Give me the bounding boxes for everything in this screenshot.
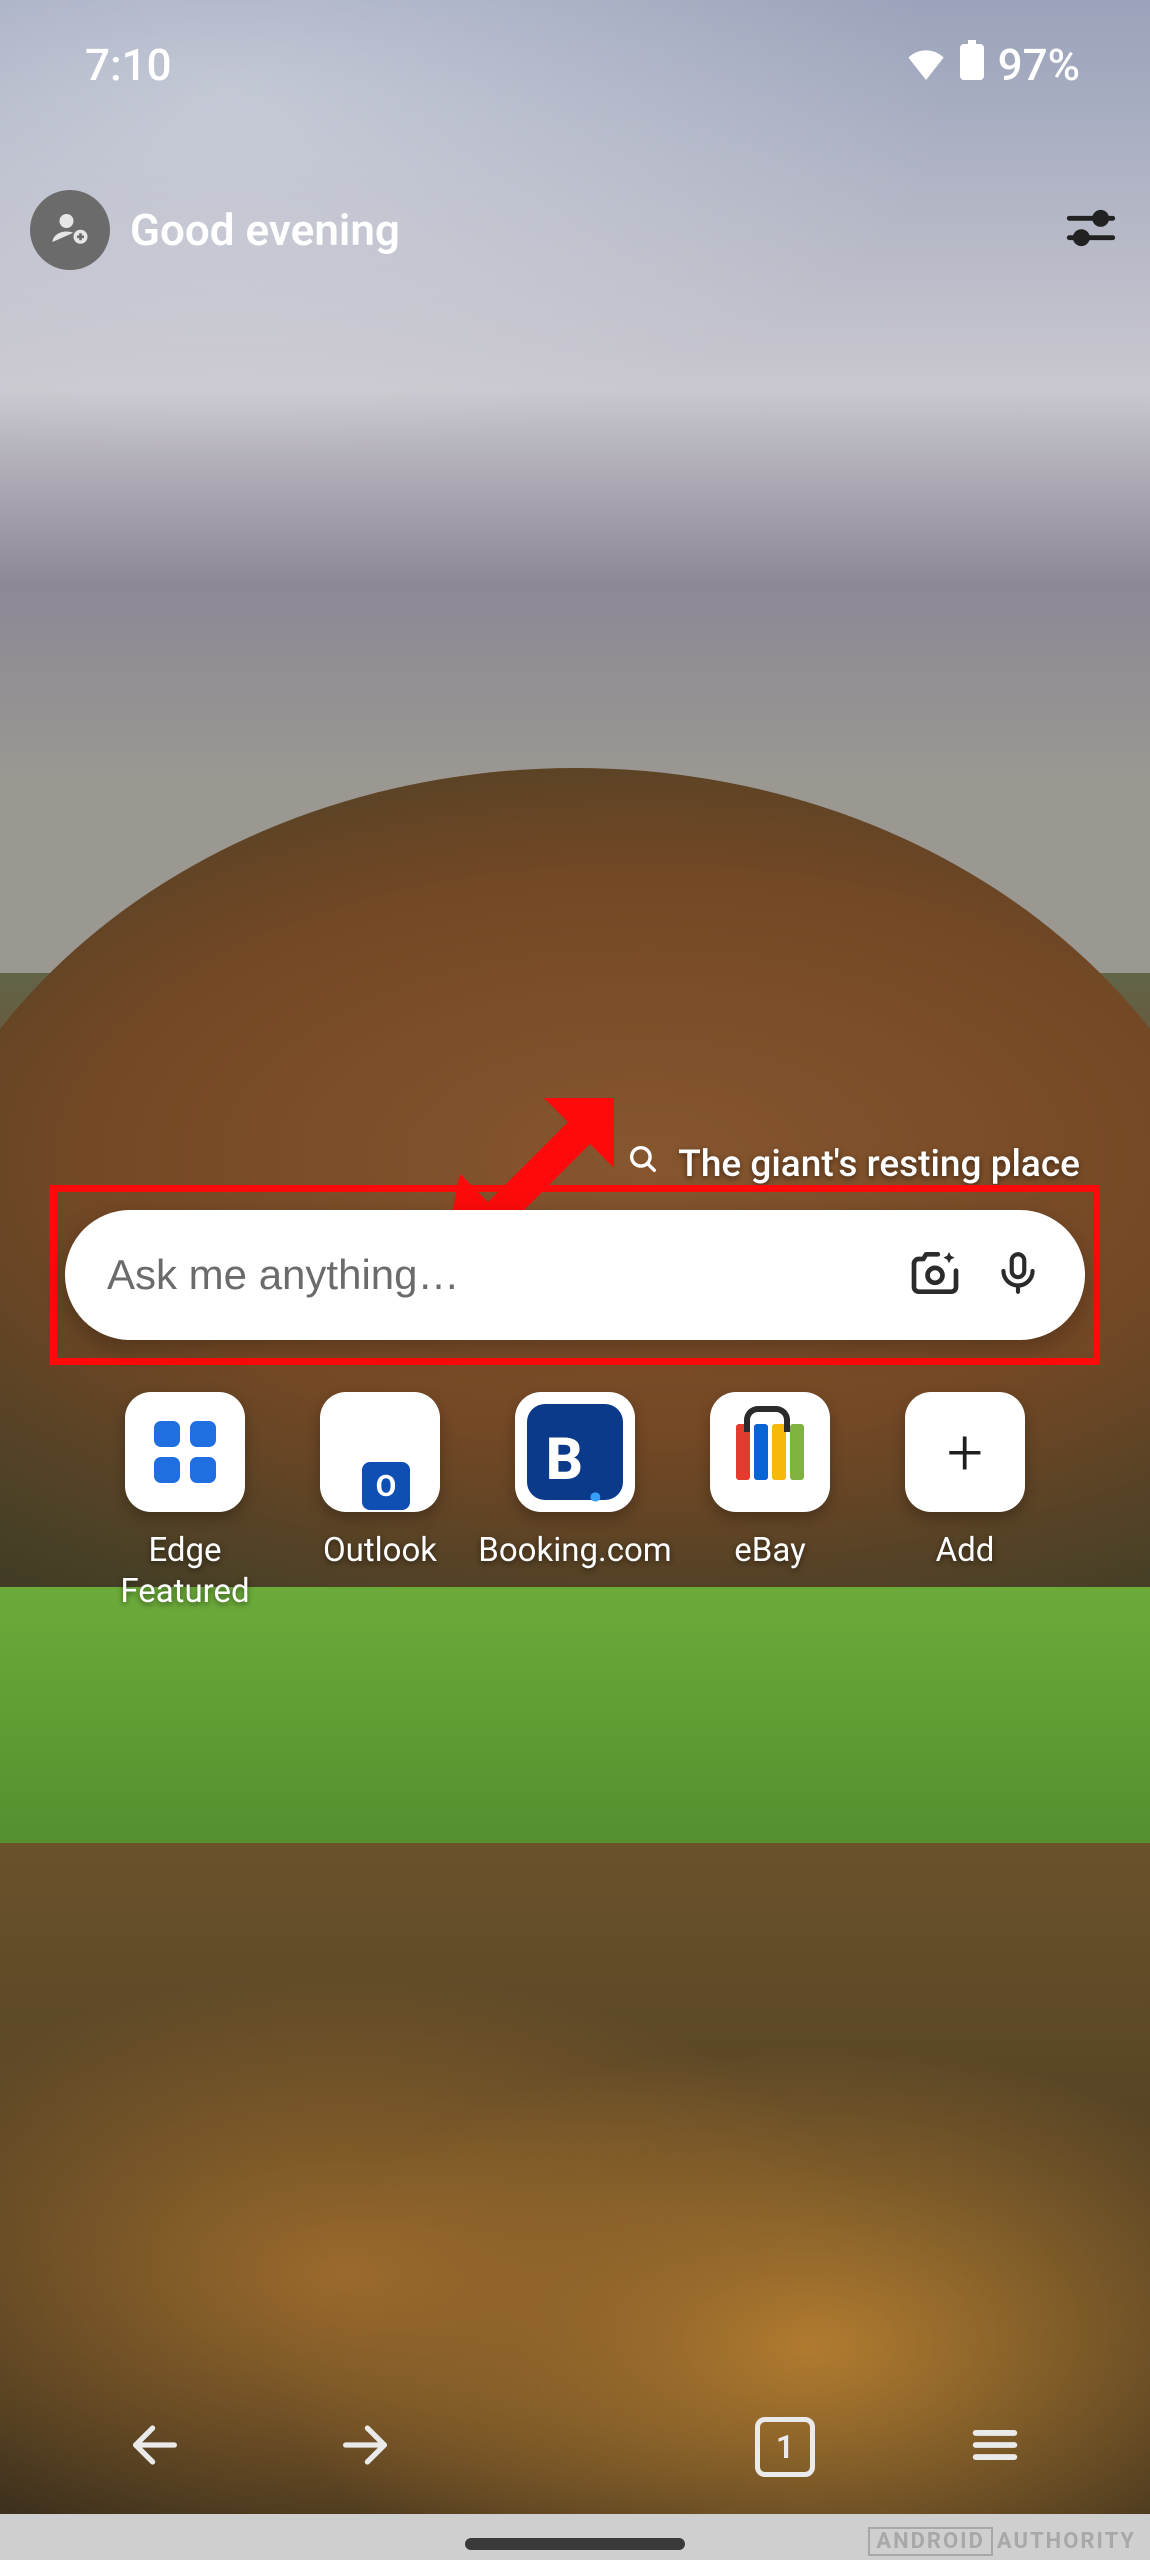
status-time: 7:10 bbox=[85, 39, 172, 91]
shortcut-edge-featured[interactable]: Edge Featured bbox=[120, 1392, 250, 1613]
system-gesture-bar: ANDROIDAUTHORITY bbox=[0, 2514, 1150, 2560]
person-add-icon bbox=[49, 207, 91, 253]
camera-sparkle-icon bbox=[907, 1245, 963, 1305]
plus-icon: + bbox=[947, 1415, 983, 1490]
microphone-icon bbox=[993, 1248, 1043, 1302]
booking-icon: B bbox=[527, 1404, 623, 1500]
shortcut-booking[interactable]: B Booking.com bbox=[510, 1392, 640, 1613]
page-settings-button[interactable] bbox=[1062, 199, 1120, 261]
shortcut-label: eBay bbox=[734, 1530, 805, 1571]
wallpaper-caption-text: The giant's resting place bbox=[678, 1143, 1080, 1186]
header-row: Good evening bbox=[30, 190, 1120, 270]
status-right: 97% bbox=[906, 39, 1080, 91]
gesture-handle[interactable] bbox=[465, 2538, 685, 2550]
edge-featured-icon bbox=[154, 1421, 216, 1483]
shortcut-label: Outlook bbox=[323, 1530, 437, 1571]
nav-tabs-button[interactable]: 1 bbox=[740, 2402, 830, 2492]
nav-forward-button[interactable] bbox=[320, 2402, 410, 2492]
shortcut-label: Add bbox=[936, 1530, 995, 1571]
nav-back-button[interactable] bbox=[110, 2402, 200, 2492]
shortcut-tile bbox=[125, 1392, 245, 1512]
search-icon bbox=[626, 1142, 660, 1186]
shortcut-label: Edge Featured bbox=[120, 1530, 250, 1613]
edge-new-tab-screen: 7:10 97% Good evening bbox=[0, 0, 1150, 2560]
search-bar[interactable] bbox=[65, 1210, 1085, 1340]
ebay-icon bbox=[736, 1424, 804, 1480]
shortcut-tile: B bbox=[515, 1392, 635, 1512]
arrow-right-icon bbox=[336, 2416, 394, 2478]
nav-copilot-button[interactable] bbox=[530, 2402, 620, 2492]
shortcut-label: Booking.com bbox=[478, 1530, 671, 1571]
profile-avatar-button[interactable] bbox=[30, 190, 110, 270]
battery-percent: 97% bbox=[998, 39, 1080, 91]
greeting-text: Good evening bbox=[130, 204, 400, 256]
shortcut-tile: + bbox=[905, 1392, 1025, 1512]
shortcut-outlook[interactable]: Outlook bbox=[315, 1392, 445, 1613]
sliders-icon bbox=[1062, 242, 1120, 261]
battery-icon bbox=[960, 39, 984, 91]
greeting-area[interactable]: Good evening bbox=[30, 190, 400, 270]
arrow-left-icon bbox=[126, 2416, 184, 2478]
status-bar: 7:10 97% bbox=[0, 0, 1150, 130]
shortcut-tile bbox=[710, 1392, 830, 1512]
shortcut-tile bbox=[320, 1392, 440, 1512]
wifi-icon bbox=[906, 39, 946, 91]
hamburger-icon bbox=[966, 2416, 1024, 2478]
shortcut-row: Edge Featured Outlook B Booking.com eBay… bbox=[120, 1392, 1030, 1613]
shortcut-add[interactable]: + Add bbox=[900, 1392, 1030, 1613]
visual-search-button[interactable] bbox=[907, 1245, 963, 1305]
search-input[interactable] bbox=[107, 1251, 877, 1299]
bottom-nav: 1 bbox=[0, 2382, 1150, 2512]
voice-search-button[interactable] bbox=[993, 1248, 1043, 1302]
tab-count-badge: 1 bbox=[755, 2417, 815, 2477]
nav-menu-button[interactable] bbox=[950, 2402, 1040, 2492]
source-watermark: ANDROIDAUTHORITY bbox=[868, 2529, 1136, 2554]
wallpaper-caption-button[interactable]: The giant's resting place bbox=[626, 1142, 1080, 1186]
shortcut-ebay[interactable]: eBay bbox=[705, 1392, 835, 1613]
